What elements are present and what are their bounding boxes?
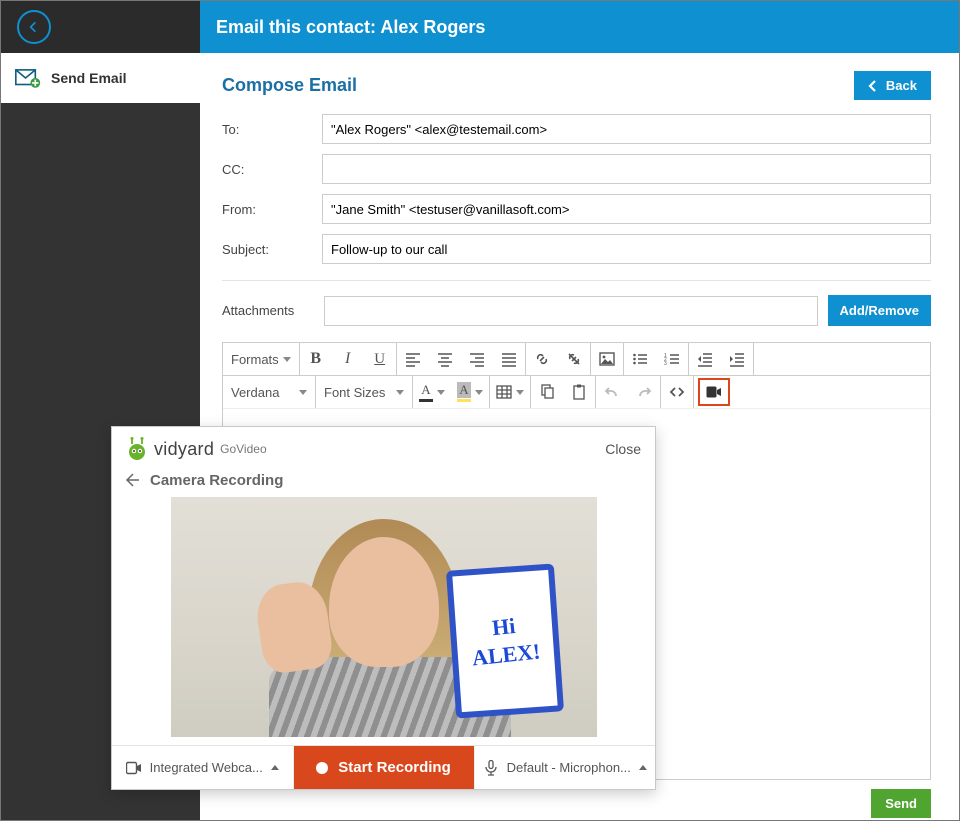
microphone-icon [483,760,499,776]
attachments-row: Attachments Add/Remove [222,295,931,326]
insert-link-button[interactable] [526,343,558,375]
sidebar-item-label: Send Email [51,70,126,86]
formats-dropdown[interactable]: Formats [223,343,299,375]
brand-text: vidyard [154,439,214,460]
chevron-up-icon [639,765,647,770]
align-center-button[interactable] [429,343,461,375]
outdent-button[interactable] [689,343,721,375]
add-remove-attachment-button[interactable]: Add/Remove [828,295,931,326]
align-justify-button[interactable] [493,343,525,375]
svg-text:3: 3 [664,361,667,367]
app-window: Email this contact: Alex Rogers Send Ema… [0,0,960,821]
from-field[interactable] [322,194,931,224]
back-button[interactable]: Back [854,71,931,100]
remove-link-button[interactable] [558,343,590,375]
chevron-down-icon [299,390,307,395]
label-cc: CC: [222,162,322,177]
font-family-dropdown[interactable]: Verdana [223,376,315,408]
chevron-up-icon [271,765,279,770]
label-subject: Subject: [222,242,322,257]
popup-mode-label: Camera Recording [150,472,283,489]
chevron-down-icon [283,357,291,362]
page-title: Email this contact: Alex Rogers [200,1,959,53]
underline-button[interactable]: U [364,343,396,375]
table-button[interactable] [490,376,530,408]
camera-device-label: Integrated Webca... [150,760,263,775]
insert-video-button[interactable] [698,378,730,406]
chevron-down-icon [437,390,445,395]
arrow-left-icon [26,19,42,35]
start-recording-button[interactable]: Start Recording [294,746,474,789]
bold-button[interactable]: B [300,343,332,375]
camera-preview: Hi ALEX! [171,497,597,737]
vidyard-popup: vidyard GoVideo Close Camera Recording H… [111,426,656,790]
attachments-field[interactable] [324,296,818,326]
redo-button[interactable] [628,376,660,408]
editor-toolbar-row-1: Formats B I U [223,343,930,376]
brand-subtext: GoVideo [220,442,266,456]
undo-button[interactable] [596,376,628,408]
top-bar: Email this contact: Alex Rogers [1,1,959,53]
chevron-down-icon [475,390,483,395]
source-code-button[interactable] [661,376,693,408]
indent-button[interactable] [721,343,753,375]
sidebar-item-send-email[interactable]: Send Email [1,53,200,103]
envelope-plus-icon [15,67,41,89]
label-to: To: [222,122,322,137]
numbered-list-button[interactable]: 123 [656,343,688,375]
cc-field[interactable] [322,154,931,184]
label-from: From: [222,202,322,217]
popup-footer: Integrated Webca... Start Recording Defa… [112,745,655,789]
start-recording-label: Start Recording [338,759,451,776]
popup-header: vidyard GoVideo Close [112,427,655,467]
whiteboard-line-1: Hi [491,613,517,641]
back-circle-button[interactable] [17,10,51,44]
popup-mode-row[interactable]: Camera Recording [112,467,655,497]
mic-device-label: Default - Microphon... [507,760,631,775]
copy-button[interactable] [531,376,563,408]
chevron-down-icon [396,390,404,395]
camera-icon [126,760,142,776]
compose-header: Compose Email Back [222,71,931,100]
fields: To: CC: From: Subject: [222,114,931,274]
font-size-dropdown[interactable]: Font Sizes [316,376,412,408]
bullet-list-button[interactable] [624,343,656,375]
popup-close-button[interactable]: Close [605,441,641,457]
compose-title: Compose Email [222,75,357,96]
insert-image-button[interactable] [591,343,623,375]
vidyard-logo-icon [124,437,150,461]
arrow-left-icon [124,471,142,489]
whiteboard-line-2: ALEX! [470,638,541,671]
top-bar-left [1,1,200,53]
mic-device-selector[interactable]: Default - Microphon... [474,746,656,789]
footer-row: Send [222,789,931,818]
editor-toolbar-row-2: Verdana Font Sizes A A [223,376,930,409]
label-attachments: Attachments [222,303,314,318]
chevron-down-icon [516,390,524,395]
back-button-label: Back [886,78,917,93]
highlight-color-button[interactable]: A [451,376,489,408]
divider [222,280,931,281]
chevron-left-icon [868,80,878,92]
text-color-button[interactable]: A [413,376,451,408]
align-right-button[interactable] [461,343,493,375]
camera-device-selector[interactable]: Integrated Webca... [112,746,294,789]
send-button[interactable]: Send [871,789,931,818]
record-dot-icon [316,762,328,774]
italic-button[interactable]: I [332,343,364,375]
paste-button[interactable] [563,376,595,408]
vidyard-brand: vidyard GoVideo [124,437,267,461]
to-field[interactable] [322,114,931,144]
whiteboard: Hi ALEX! [445,563,563,718]
subject-field[interactable] [322,234,931,264]
align-left-button[interactable] [397,343,429,375]
